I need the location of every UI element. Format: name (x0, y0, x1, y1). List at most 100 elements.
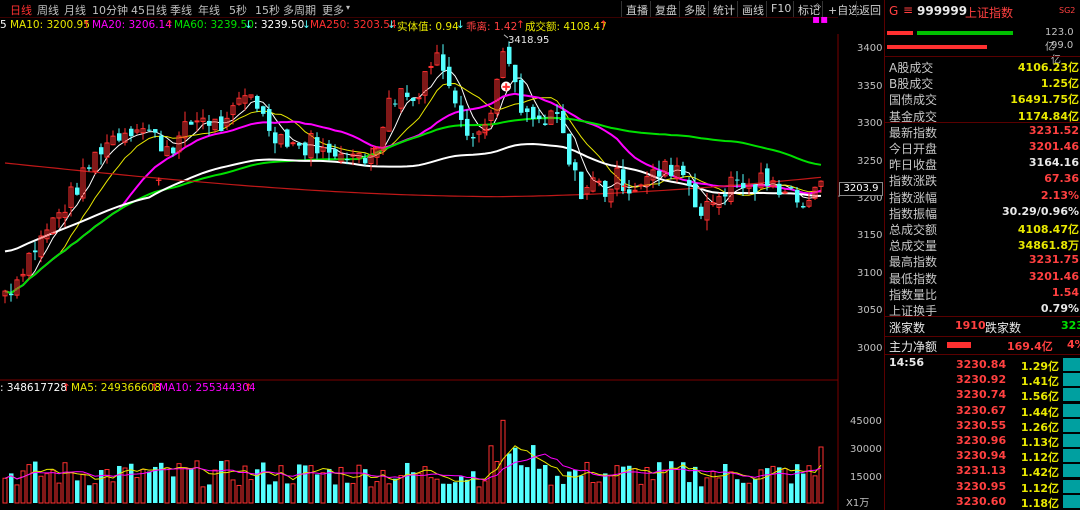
tick-price: 3230.55 (956, 418, 1007, 432)
kline-chart[interactable]: ✚ ✝ ✝ ✝ ✝ (0, 34, 840, 510)
more-dots-icon[interactable]: ▪▪ (812, 12, 828, 26)
chevron-down-icon: ▾ (346, 3, 351, 12)
stat-value: 16491.75亿 (1010, 93, 1079, 107)
sg2-badge: SG2 (1059, 6, 1076, 15)
up-arrow-icon: ↑ (599, 19, 608, 31)
stat-row: A股成交 4106.23亿 (885, 58, 1080, 75)
price-tick: 3250 (857, 156, 883, 167)
volume-bars (2, 419, 824, 504)
tick-flag (1063, 464, 1080, 478)
tab-yearly[interactable]: 年线 (198, 2, 220, 18)
stat-row: 今日开盘 3201.46 (885, 139, 1080, 156)
high-price-label: 3418.95 (508, 35, 550, 46)
stat-row: 昨日收盘 3164.16 (885, 155, 1080, 172)
up-arrow-icon: ↑ (150, 382, 159, 394)
price-tick: 3300 (857, 118, 883, 129)
tick-price: 3231.13 (956, 464, 1007, 478)
volume-bar-red (887, 31, 913, 35)
volume-tick: 45000 (850, 416, 882, 427)
tab-monthly[interactable]: 月线 (64, 2, 86, 18)
stat-row: 指数涨幅 2.13% (885, 188, 1080, 205)
bias-value: 乖离: 1.42 (466, 21, 518, 33)
menu-icon[interactable]: ≡ (903, 3, 913, 17)
tick-flag (1063, 373, 1080, 387)
stat-value: 3201.46 (1028, 269, 1079, 283)
price-tick: 3050 (857, 305, 883, 316)
stat-row: 指数涨跌 67.36 (885, 171, 1080, 188)
stock-code: 999999 (917, 4, 968, 18)
tick-volume: 1.18亿 (1020, 496, 1059, 510)
live-button[interactable]: 直播 (621, 1, 652, 17)
tick-flag (1063, 388, 1080, 402)
svg-text:✚: ✚ (502, 83, 510, 94)
tick-flag (1063, 494, 1080, 508)
price-tick: 3350 (857, 81, 883, 92)
up-arrow-icon: ↑ (165, 19, 174, 31)
stat-row: 上证换手 0.79% (885, 301, 1080, 318)
volume-tick: 15000 (850, 472, 882, 483)
tab-weekly[interactable]: 周线 (37, 2, 59, 18)
stock-name: 上证指数 (965, 6, 1014, 20)
volume-tick: 30000 (850, 444, 882, 455)
tick-flag (1063, 434, 1080, 447)
stat-row: 指数量比 1.54 (885, 285, 1080, 302)
ma20-value: MA20: 3206.14 (92, 19, 172, 31)
ma120-value: : 3239.50 (254, 19, 305, 31)
volume-bar-green (917, 31, 1013, 35)
tab-quarterly[interactable]: 季线 (170, 2, 192, 18)
ma-legend: 5 MA10: 3200.95 ↑ MA20: 3206.14 ↑ MA60: … (0, 2, 829, 33)
symbol-prefix: G (889, 4, 899, 18)
f10-button[interactable]: F10 (766, 1, 795, 17)
stat-value: 0.79% (1040, 302, 1079, 315)
price-tick: 3400 (857, 43, 883, 54)
collapse-icon[interactable]: ◇ (814, 2, 821, 12)
down-count-label: 跌家数 (985, 321, 1022, 335)
stat-value: 4106.23亿 (1017, 61, 1079, 74)
tab-daily[interactable]: 日线 (10, 2, 32, 18)
stat-row: 指数振幅 30.29/0.96% (885, 204, 1080, 221)
tick-flag (1063, 403, 1080, 417)
vol-ma5-value: MA5: 249366608 (71, 382, 161, 394)
candlesticks (2, 41, 824, 304)
tab-more[interactable]: 更多 (322, 2, 344, 18)
draw-line-button[interactable]: 画线 (737, 1, 768, 17)
tick-price: 3230.95 (956, 479, 1007, 493)
back-button[interactable]: 返回 (856, 1, 883, 17)
down-arrow-icon: ↓ (387, 19, 396, 31)
volume-value: : 348617728 (0, 382, 67, 394)
up-arrow-icon: ↑ (62, 382, 71, 394)
ma60-value: MA60: 3239.50 (174, 19, 254, 31)
statistics-button[interactable]: 统计 (708, 1, 739, 17)
stat-row: 总成交额 4108.47亿 (885, 220, 1080, 237)
price-tick: 3150 (857, 230, 883, 241)
up-count-label: 涨家数 (889, 321, 926, 335)
stat-row: 最新指数 3231.52 (885, 123, 1080, 140)
quote-panel: G ≡ 999999 上证指数 SG2 123.0亿 99.0亿 A股成交 410… (884, 0, 1080, 510)
tick-flag (1063, 449, 1080, 463)
stat-value: 3231.75 (1028, 253, 1079, 267)
volume-bar-red-2 (887, 45, 987, 49)
main-net-pct: 4% (1067, 338, 1080, 351)
up-arrow-icon: ↑ (516, 19, 525, 31)
replay-button[interactable]: 复盘 (650, 1, 681, 17)
tick-price: 3230.74 (956, 388, 1007, 402)
tab-multi-period[interactable]: 多周期 (283, 2, 316, 18)
down-arrow-icon: ↓ (456, 19, 465, 31)
tick-price: 3230.96 (956, 434, 1007, 447)
svg-text:✝: ✝ (154, 176, 163, 189)
stat-value: 3164.16 (1028, 156, 1079, 170)
tick-price: 3230.94 (956, 449, 1007, 463)
stat-value: 4108.47亿 (1017, 223, 1079, 236)
tab-5sec[interactable]: 5秒 (229, 2, 247, 18)
tab-10min[interactable]: 10分钟 (92, 2, 128, 18)
tab-15sec[interactable]: 15秒 (255, 2, 280, 18)
tab-45day[interactable]: 45日线 (131, 2, 167, 18)
stat-value: 34861.8万 (1017, 239, 1079, 253)
stat-row: 国债成交 16491.75亿 (885, 90, 1080, 107)
down-arrow-icon: ↓ (244, 19, 253, 31)
svg-text:✝: ✝ (482, 125, 491, 138)
stat-row: 总成交量 34861.8万 (885, 236, 1080, 253)
stat-value: 67.36 (1044, 172, 1079, 186)
stat-value: 2.13% (1040, 188, 1079, 202)
multi-stock-button[interactable]: 多股 (679, 1, 710, 17)
